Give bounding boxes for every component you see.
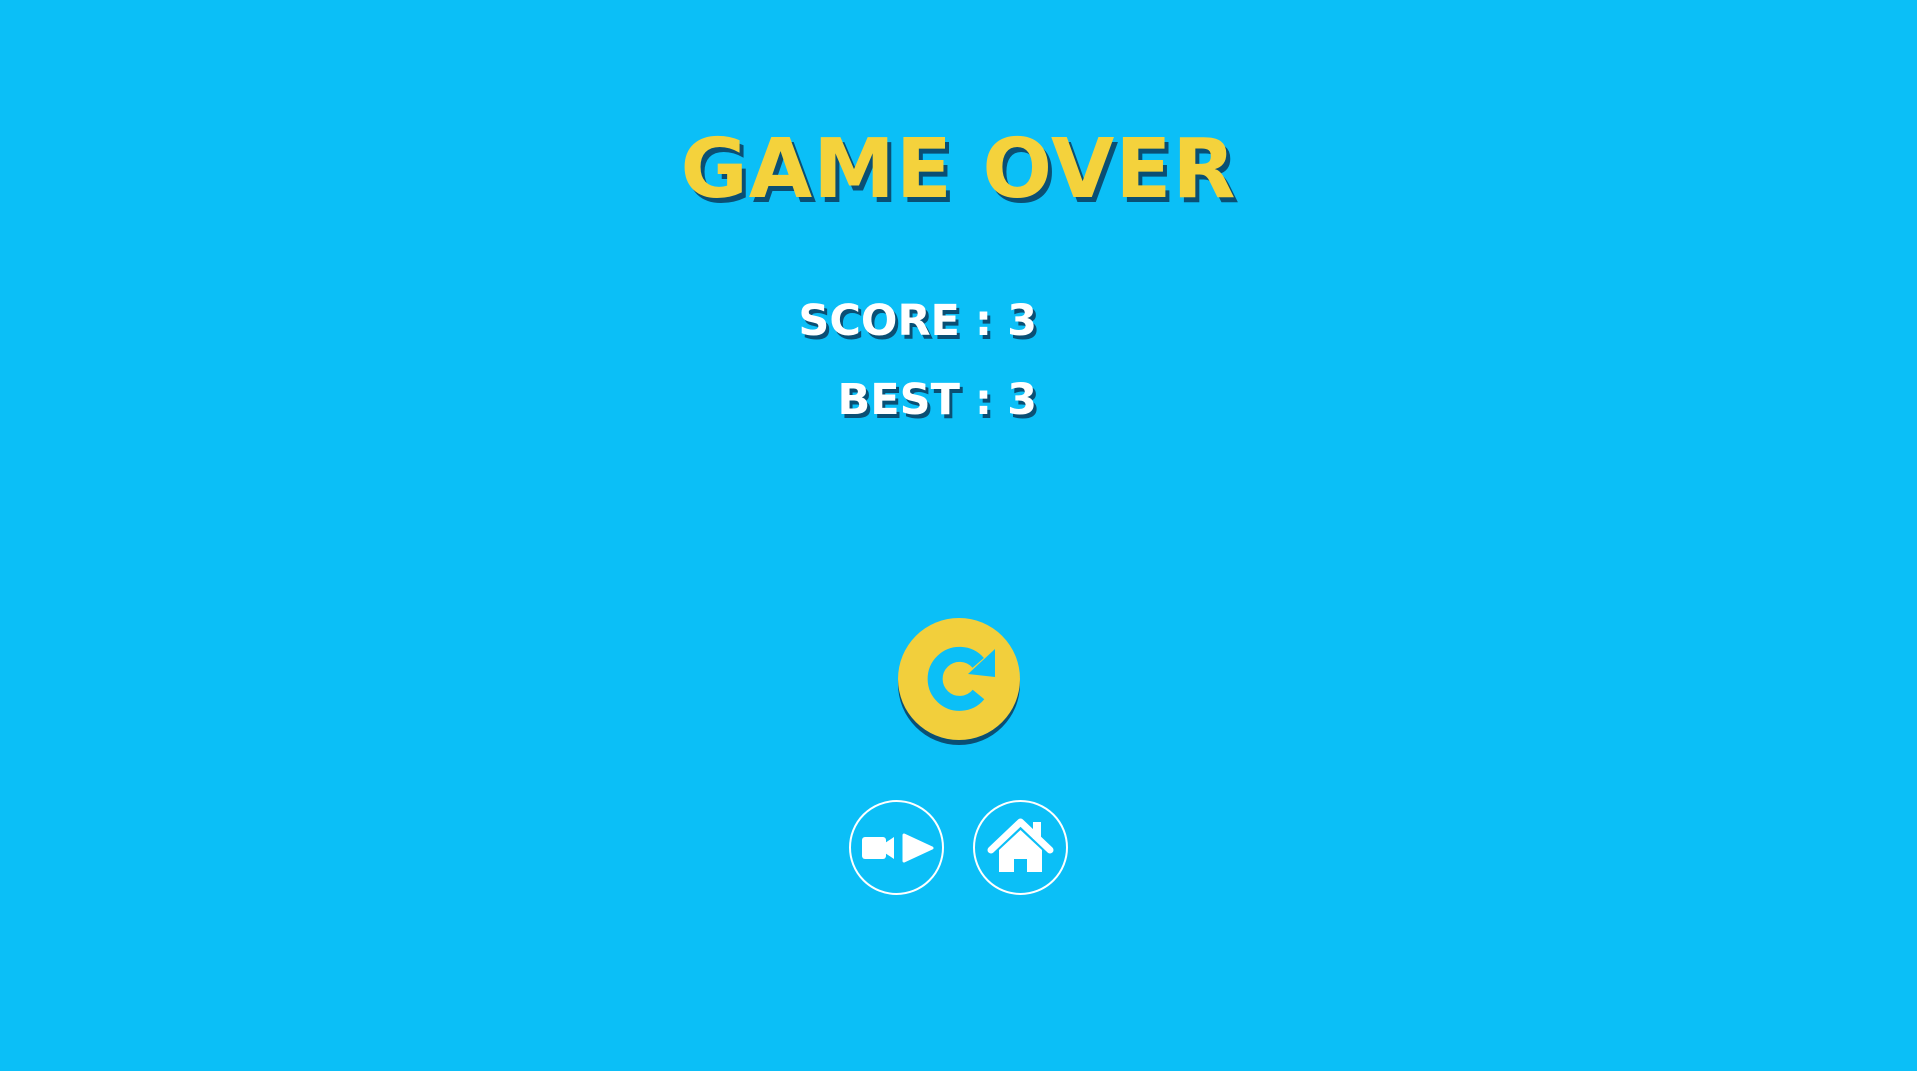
video-play-icon [862, 833, 934, 863]
best-line: BEST : 3 [837, 372, 1037, 428]
score-value: 3 [1007, 296, 1037, 346]
home-icon [987, 818, 1054, 872]
replay-button[interactable] [898, 618, 1020, 740]
home-button[interactable] [973, 800, 1068, 895]
game-over-title: GAME OVER [680, 122, 1237, 217]
best-separator: : [959, 375, 1008, 425]
score-line: SCORE : 3 [798, 293, 1037, 349]
replay-icon [927, 646, 995, 711]
score-label: SCORE [798, 296, 960, 346]
score-separator: : [959, 296, 1008, 346]
video-play-button[interactable] [849, 800, 944, 895]
best-label: BEST [837, 375, 960, 425]
best-value: 3 [1007, 375, 1037, 425]
